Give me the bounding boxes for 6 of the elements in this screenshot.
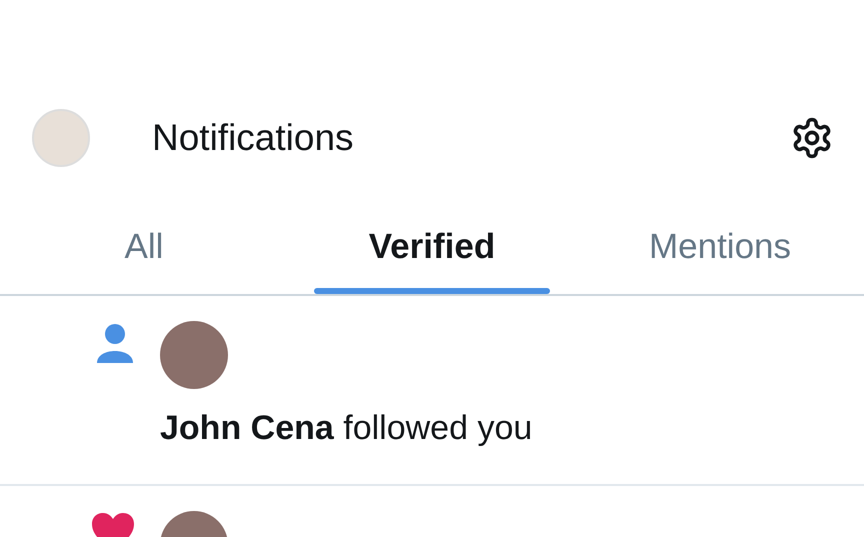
tab[interactable]: All: [0, 171, 288, 294]
person-icon: [96, 323, 134, 363]
tab[interactable]: Verified: [288, 171, 576, 294]
tab[interactable]: Mentions: [576, 171, 864, 294]
page-title: Notifications: [152, 116, 354, 160]
notification-text: John Cena followed you: [160, 408, 532, 449]
